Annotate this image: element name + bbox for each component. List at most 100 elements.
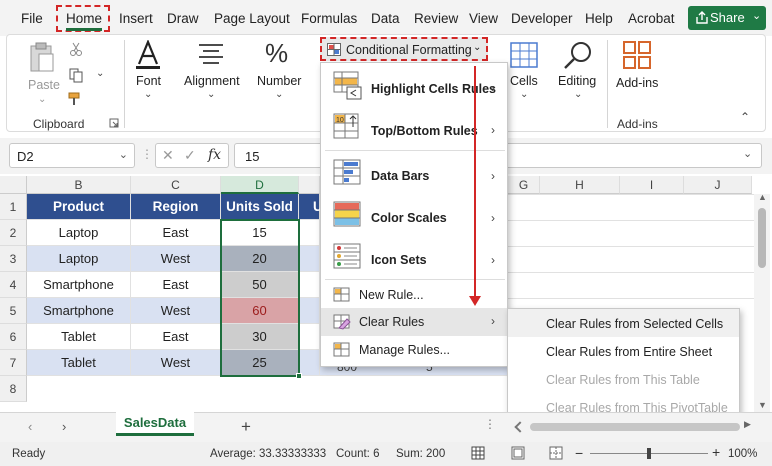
menu-page-layout[interactable]: Page Layout xyxy=(214,11,290,26)
zoom-out-icon[interactable]: − xyxy=(575,445,583,461)
alignment-icon[interactable] xyxy=(197,42,225,66)
menu-item-icon-sets[interactable]: Icon Sets › xyxy=(321,237,507,279)
row-header[interactable]: 4 xyxy=(0,272,27,298)
menu-draw[interactable]: Draw xyxy=(167,11,199,26)
number-chevron-icon[interactable]: ⌄ xyxy=(275,89,283,100)
add-ins-label[interactable]: Add-ins xyxy=(616,76,658,90)
menu-insert[interactable]: Insert xyxy=(119,11,153,26)
menu-item-top-bottom-rules[interactable]: 10 Top/Bottom Rules › xyxy=(321,107,507,149)
editing-chevron-icon[interactable]: ⌄ xyxy=(574,89,582,100)
number-label[interactable]: Number xyxy=(257,74,301,88)
confirm-icon[interactable]: ✓ xyxy=(184,147,196,164)
table-cell[interactable]: Smartphone xyxy=(27,272,131,298)
editing-label[interactable]: Editing xyxy=(558,74,596,88)
column-header-g[interactable]: G xyxy=(508,176,540,194)
fill-handle[interactable] xyxy=(296,373,302,379)
cancel-icon[interactable]: ✕ xyxy=(162,147,174,164)
scroll-left-icon[interactable] xyxy=(514,421,526,433)
prev-sheet-icon[interactable]: ‹ xyxy=(28,419,32,434)
alignment-label[interactable]: Alignment xyxy=(184,74,240,88)
scroll-down-icon[interactable]: ▼ xyxy=(758,400,767,410)
alignment-chevron-icon[interactable]: ⌄ xyxy=(207,89,215,100)
zoom-in-icon[interactable]: + xyxy=(712,444,720,460)
cells-chevron-icon[interactable]: ⌄ xyxy=(520,89,528,100)
column-header-h[interactable]: H xyxy=(540,176,620,194)
menu-item-color-scales[interactable]: Color Scales › xyxy=(321,195,507,237)
cells-icon[interactable] xyxy=(510,42,538,68)
add-ins-icon[interactable] xyxy=(622,40,652,70)
clear-selected-cells-item[interactable]: Clear Rules from Selected Cells xyxy=(546,317,723,331)
row-header[interactable]: 5 xyxy=(0,298,27,324)
table-header-cell[interactable]: U xyxy=(299,194,323,220)
next-sheet-icon[interactable]: › xyxy=(62,419,66,434)
menu-help[interactable]: Help xyxy=(585,11,613,26)
zoom-slider-thumb[interactable] xyxy=(647,448,651,459)
page-layout-view-icon[interactable] xyxy=(511,446,525,460)
table-cell[interactable] xyxy=(299,272,320,298)
column-header-e[interactable] xyxy=(299,176,320,194)
page-break-view-icon[interactable] xyxy=(549,446,563,460)
table-cell[interactable]: Tablet xyxy=(27,350,131,376)
vertical-scrollbar[interactable]: ▲ ▼ xyxy=(754,192,770,414)
table-cell[interactable] xyxy=(299,220,320,246)
search-icon[interactable] xyxy=(562,40,594,72)
collapse-ribbon-icon[interactable]: ⌃ xyxy=(740,110,750,124)
cells-label[interactable]: Cells xyxy=(510,74,538,88)
copy-icon[interactable] xyxy=(69,68,83,83)
scroll-thumb[interactable] xyxy=(758,208,766,268)
expand-formula-icon[interactable]: ⌄ xyxy=(743,147,752,160)
horizontal-scrollbar[interactable] xyxy=(530,423,740,431)
table-cell[interactable]: Laptop xyxy=(27,246,131,272)
menu-item-manage-rules[interactable]: Manage Rules... xyxy=(321,336,507,364)
font-label[interactable]: Font xyxy=(136,74,161,88)
table-cell[interactable]: West xyxy=(131,298,221,324)
table-cell[interactable] xyxy=(299,350,320,376)
table-header-cell[interactable]: Units Sold xyxy=(221,194,299,220)
dialog-launcher-icon[interactable] xyxy=(109,118,119,128)
name-box[interactable]: D2 ⌄ xyxy=(9,143,135,168)
menu-file[interactable]: File xyxy=(21,11,43,26)
tab-options-icon[interactable]: ⋮ xyxy=(484,417,496,431)
row-header[interactable]: 1 xyxy=(0,194,27,220)
add-sheet-button[interactable]: + xyxy=(241,417,251,437)
clear-entire-sheet-item[interactable]: Clear Rules from Entire Sheet xyxy=(546,345,712,359)
share-button[interactable]: Share ⌄ xyxy=(688,6,766,30)
scroll-right-icon[interactable]: ▶ xyxy=(744,419,751,430)
table-cell[interactable]: East xyxy=(131,272,221,298)
menu-item-data-bars[interactable]: Data Bars › xyxy=(321,153,507,195)
table-cell[interactable]: Smartphone xyxy=(27,298,131,324)
table-cell[interactable]: Tablet xyxy=(27,324,131,350)
percent-icon[interactable]: % xyxy=(265,38,288,69)
menu-data[interactable]: Data xyxy=(371,11,400,26)
insert-function-icon[interactable]: fx xyxy=(208,147,221,163)
row-header[interactable]: 6 xyxy=(0,324,27,350)
empty-cells[interactable] xyxy=(508,194,754,308)
row-header[interactable]: 3 xyxy=(0,246,27,272)
normal-view-icon[interactable] xyxy=(471,446,485,460)
select-all-corner[interactable] xyxy=(0,176,27,194)
font-chevron-icon[interactable]: ⌄ xyxy=(144,89,152,100)
scroll-up-icon[interactable]: ▲ xyxy=(758,192,767,202)
column-header-i[interactable]: I xyxy=(620,176,684,194)
menu-developer[interactable]: Developer xyxy=(511,11,573,26)
table-cell[interactable]: East xyxy=(131,324,221,350)
menu-view[interactable]: View xyxy=(469,11,498,26)
paste-chevron-icon[interactable]: ⌄ xyxy=(38,94,46,105)
sheet-tab-salesdata[interactable]: SalesData xyxy=(116,412,194,436)
table-cell[interactable] xyxy=(299,246,320,272)
copy-chevron-icon[interactable]: ⌄ xyxy=(96,68,104,79)
table-cell[interactable]: Laptop xyxy=(27,220,131,246)
menu-item-highlight-cells-rules[interactable]: Highlight Cells Rules › xyxy=(321,65,507,107)
format-painter-icon[interactable] xyxy=(68,92,86,106)
table-cell[interactable]: West xyxy=(131,246,221,272)
column-header-d[interactable]: D xyxy=(221,176,299,194)
conditional-formatting-button[interactable]: Conditional Formatting ⌄ xyxy=(320,37,488,61)
menu-item-clear-rules[interactable]: Clear Rules › xyxy=(321,308,507,336)
row-header[interactable]: 2 xyxy=(0,220,27,246)
table-cell[interactable]: East xyxy=(131,220,221,246)
paste-icon[interactable] xyxy=(28,42,56,74)
table-header-cell[interactable]: Region xyxy=(131,194,221,220)
zoom-level[interactable]: 100% xyxy=(728,448,757,460)
column-header-j[interactable]: J xyxy=(684,176,752,194)
row-header[interactable]: 7 xyxy=(0,350,27,376)
